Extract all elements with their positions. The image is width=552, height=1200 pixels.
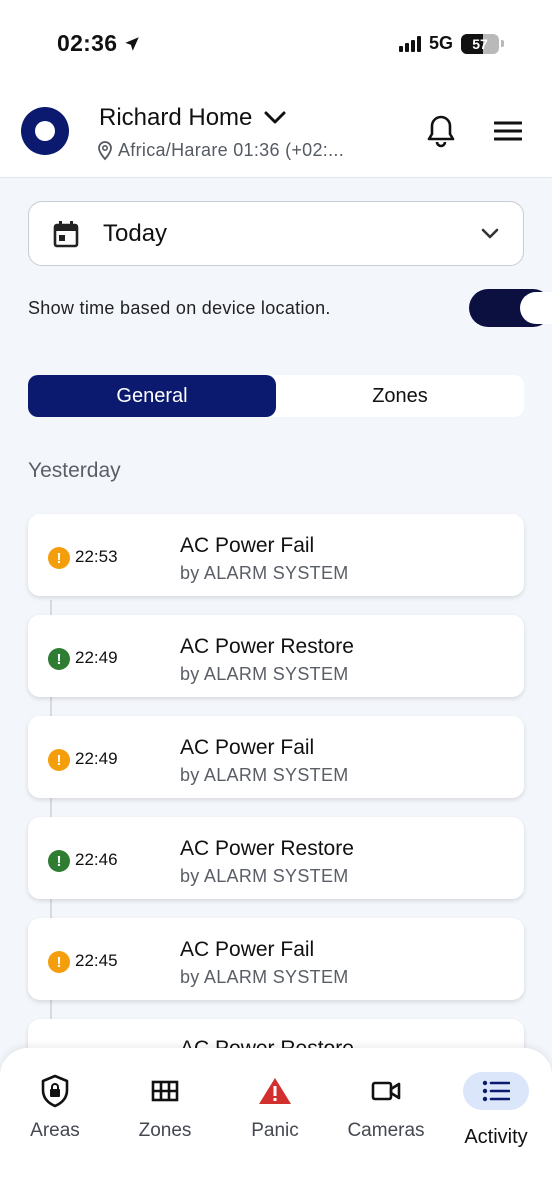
- notifications-button[interactable]: [426, 114, 456, 153]
- bottom-navigation: Areas Zones Panic Cameras Activity: [0, 1048, 552, 1200]
- activity-tabs: General Zones: [28, 375, 524, 417]
- event-source: by ALARM SYSTEM: [180, 664, 349, 684]
- nav-label: Areas: [30, 1120, 80, 1141]
- nav-label: Activity: [464, 1126, 528, 1148]
- battery-icon: 57: [461, 33, 499, 54]
- nav-panic[interactable]: Panic: [220, 1072, 330, 1142]
- event-time: 22:46: [75, 850, 118, 869]
- toggle-knob: [520, 292, 552, 324]
- timezone-text: Africa/Harare 01:36 (+02:...: [118, 140, 345, 160]
- timezone-info: Africa/Harare 01:36 (+02:...: [96, 140, 344, 161]
- event-time: 22:53: [75, 547, 118, 566]
- event-time: 22:45: [75, 951, 118, 970]
- home-name: Richard Home: [99, 104, 253, 131]
- home-selector[interactable]: Richard Home: [99, 104, 286, 132]
- app-header: 02:36 5G 57 Richard Home Africa/Harare 0…: [0, 0, 552, 178]
- location-arrow-icon: [125, 36, 140, 51]
- active-indicator: [463, 1072, 529, 1110]
- event-card[interactable]: ! 22:49 AC Power Restore by ALARM SYSTEM: [28, 615, 524, 697]
- grid-icon: [151, 1080, 179, 1102]
- nav-label: Panic: [251, 1120, 299, 1141]
- hamburger-icon: [493, 121, 523, 141]
- event-source: by ALARM SYSTEM: [180, 967, 349, 987]
- event-card[interactable]: ! 22:49 AC Power Fail by ALARM SYSTEM: [28, 716, 524, 798]
- date-filter-value: Today: [103, 219, 168, 247]
- tab-zones[interactable]: Zones: [276, 375, 524, 417]
- nav-zones[interactable]: Zones: [110, 1072, 220, 1142]
- event-card[interactable]: ! 22:46 AC Power Restore by ALARM SYSTEM: [28, 817, 524, 899]
- event-time: 22:49: [75, 749, 118, 768]
- device-time-setting: Show time based on device location.: [28, 286, 552, 330]
- bell-icon: [427, 115, 455, 148]
- event-source: by ALARM SYSTEM: [180, 866, 349, 886]
- calendar-icon: [53, 220, 79, 247]
- event-title: AC Power Fail: [180, 938, 315, 961]
- app-logo: [21, 107, 69, 155]
- nav-areas[interactable]: Areas: [0, 1072, 110, 1142]
- signal-icon: [398, 35, 421, 52]
- chevron-down-icon: [481, 228, 499, 238]
- event-card[interactable]: ! 22:53 AC Power Fail by ALARM SYSTEM: [28, 514, 524, 596]
- nav-label: Cameras: [347, 1120, 425, 1141]
- menu-button[interactable]: [493, 120, 523, 147]
- chevron-down-icon: [264, 111, 286, 124]
- status-bar-indicators: 5G 57: [398, 33, 504, 54]
- event-card[interactable]: ! 22:45 AC Power Fail by ALARM SYSTEM: [28, 918, 524, 1000]
- tab-general[interactable]: General: [28, 375, 276, 417]
- list-icon: [482, 1080, 510, 1102]
- device-time-label: Show time based on device location.: [28, 297, 331, 318]
- status-bar-time: 02:36: [57, 30, 141, 57]
- warning-triangle-icon: [259, 1078, 291, 1104]
- network-type: 5G: [428, 33, 453, 53]
- event-time: 22:49: [75, 648, 118, 667]
- event-title: AC Power Fail: [180, 534, 315, 557]
- warning-icon: !: [48, 951, 70, 973]
- location-pin-icon: [98, 140, 112, 160]
- event-title: AC Power Restore: [180, 635, 354, 658]
- date-filter-select[interactable]: Today: [28, 201, 524, 266]
- nav-activity[interactable]: Activity: [441, 1072, 551, 1149]
- nav-cameras[interactable]: Cameras: [331, 1072, 441, 1142]
- success-icon: !: [48, 850, 70, 872]
- battery-tip: [501, 40, 504, 47]
- section-label: Yesterday: [28, 459, 121, 482]
- event-title: AC Power Restore: [180, 837, 354, 860]
- video-camera-icon: [371, 1081, 401, 1101]
- device-time-toggle[interactable]: [469, 289, 552, 327]
- success-icon: !: [48, 648, 70, 670]
- event-source: by ALARM SYSTEM: [180, 563, 349, 583]
- lock-shield-icon: [41, 1074, 69, 1108]
- event-title: AC Power Fail: [180, 736, 315, 759]
- warning-icon: !: [48, 749, 70, 771]
- nav-label: Zones: [138, 1120, 192, 1141]
- warning-icon: !: [48, 547, 70, 569]
- event-source: by ALARM SYSTEM: [180, 765, 349, 785]
